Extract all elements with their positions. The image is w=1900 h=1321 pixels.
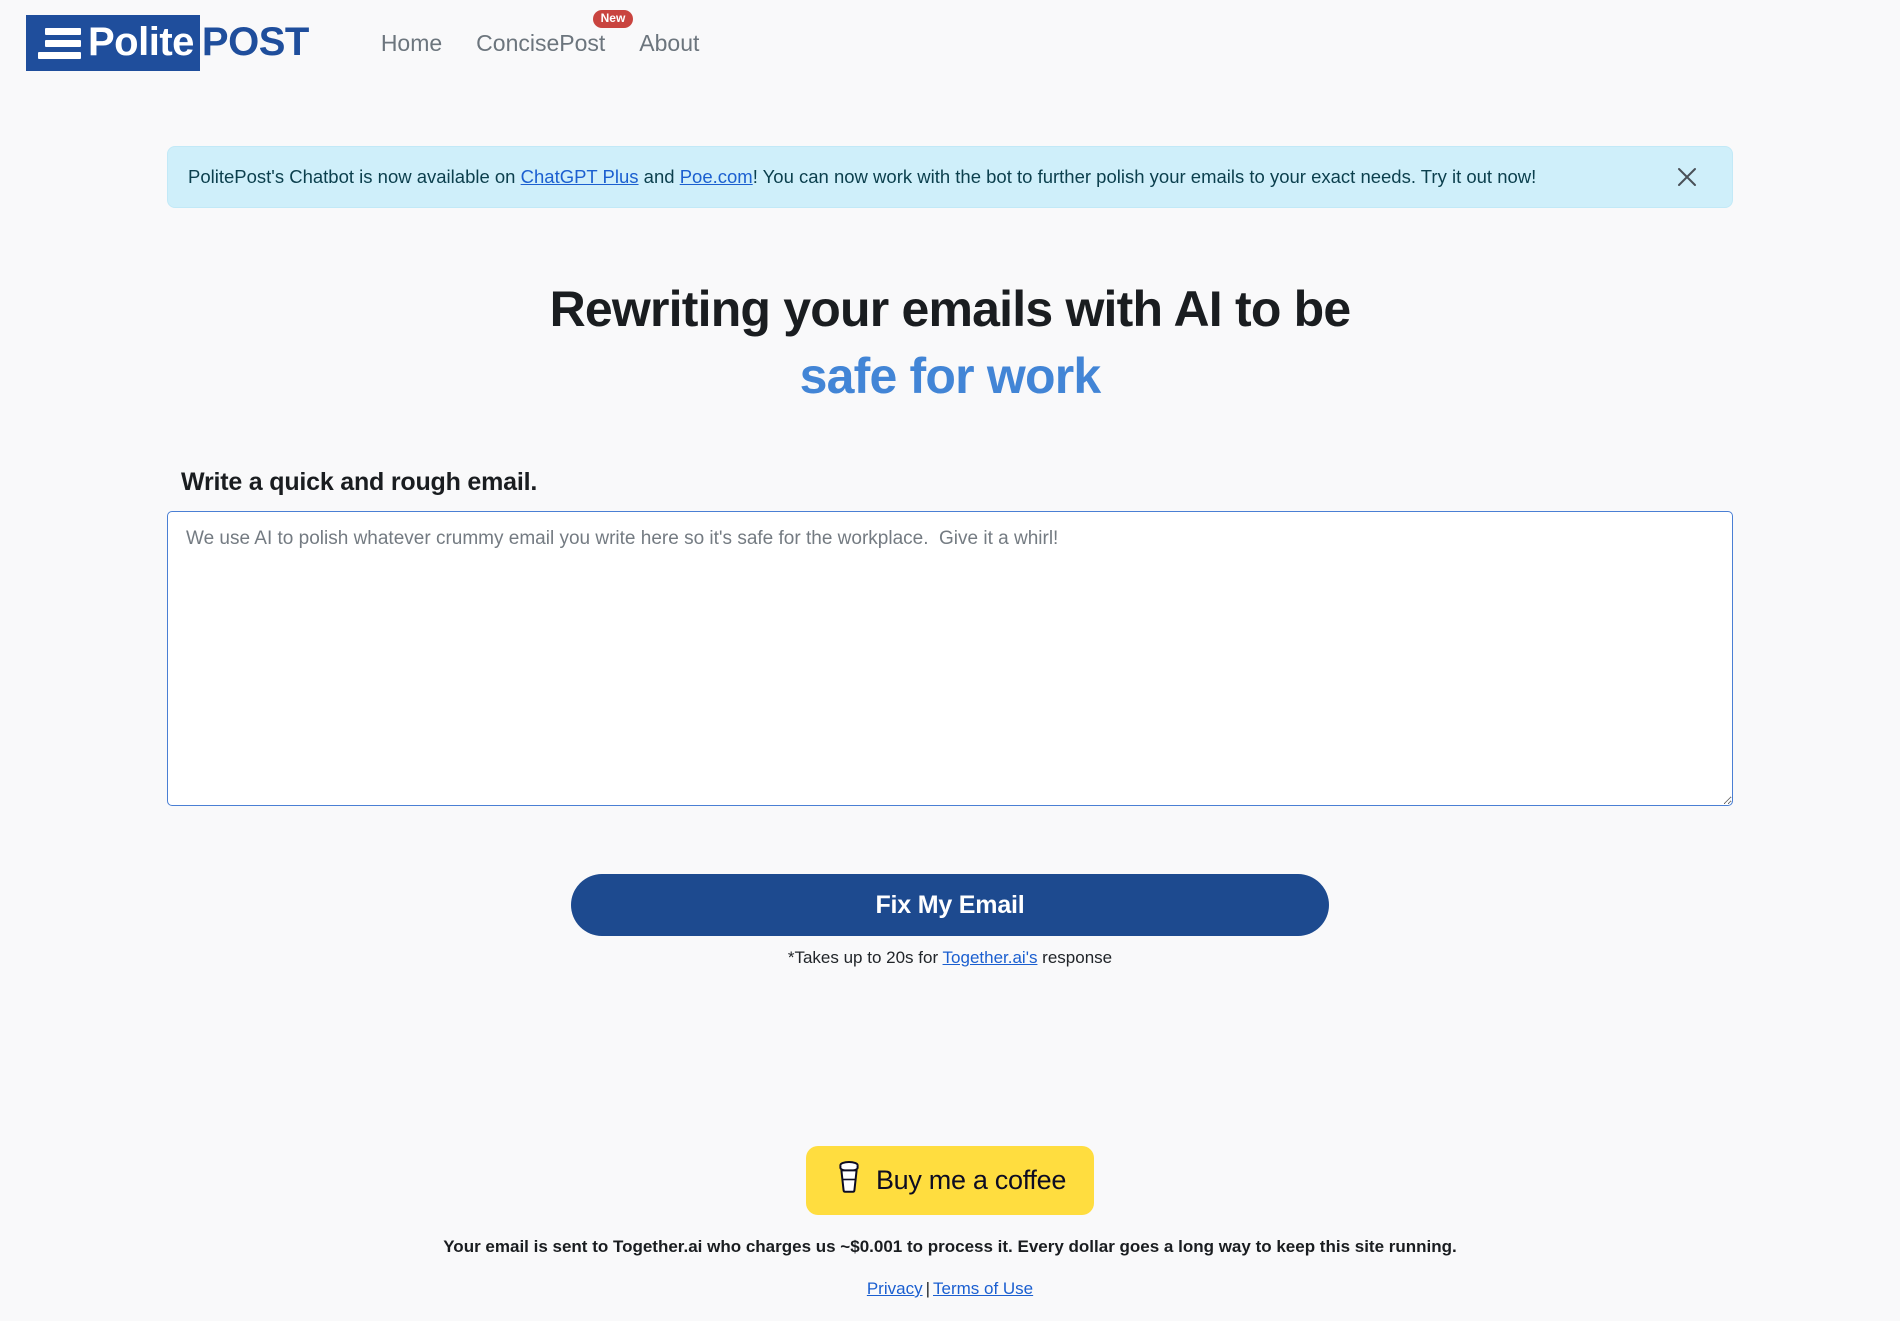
page-title: Rewriting your emails with AI to be safe… [0,280,1900,406]
privacy-link[interactable]: Privacy [867,1279,923,1298]
submit-note-prefix: *Takes up to 20s for [787,948,943,967]
page-title-line-2: safe for work [799,348,1102,404]
buy-me-a-coffee-label: Buy me a coffee [875,1165,1067,1195]
nav-item-concisepost[interactable]: ConcisePost New [474,9,634,61]
buy-me-a-coffee-button[interactable]: Buy me a coffee [805,1146,1095,1215]
alert-message: PolitePost's Chatbot is now available on… [188,166,1536,188]
alert-text-part3: ! You can now work with the bot to furth… [752,166,1537,187]
alert-link-chatgpt-plus[interactable]: ChatGPT Plus [521,166,639,187]
email-input[interactable] [167,511,1733,806]
nav-links: Home ConcisePost New About [379,9,702,61]
logo-box: Polite [26,15,200,71]
alert-text-part2: and [638,166,680,187]
alert-link-poe[interactable]: Poe.com [680,166,753,187]
logo-text-polite: Polite [88,19,194,64]
page-title-line-1: Rewriting your emails with AI to be [549,281,1352,337]
close-icon[interactable] [1670,160,1704,194]
footer-link-separator: | [925,1279,930,1298]
alert-text-part1: PolitePost's Chatbot is now available on [188,166,521,187]
submit-row: Fix My Email *Takes up to 20s for Togeth… [167,874,1733,968]
footer-links: Privacy | Terms of Use [0,1279,1900,1299]
footer-note: Your email is sent to Together.ai who ch… [443,1237,1457,1256]
info-alert: PolitePost's Chatbot is now available on… [167,146,1733,208]
coffee-cup-icon [834,1160,864,1201]
email-input-label: Write a quick and rough email. [181,468,538,496]
nav-item-about-label: About [639,29,700,56]
nav-item-about[interactable]: About [637,26,701,61]
brand-logo[interactable]: Polite POST [26,15,309,71]
nav-item-home[interactable]: Home [379,26,444,61]
page-footer: Buy me a coffee Your email is sent to To… [0,1146,1900,1299]
together-ai-link[interactable]: Together.ai's [943,948,1038,967]
nav-item-home-label: Home [380,29,443,56]
fix-my-email-button[interactable]: Fix My Email [571,874,1329,936]
terms-of-use-link[interactable]: Terms of Use [933,1279,1033,1298]
alert-container: PolitePost's Chatbot is now available on… [0,146,1900,208]
close-icon-svg [1678,168,1696,186]
coffee-cup-icon-svg [839,1160,859,1193]
submit-note: *Takes up to 20s for Together.ai's respo… [788,948,1112,968]
top-navbar: Polite POST Home ConcisePost New About [0,0,1900,86]
logo-text-post: POST [201,19,309,64]
submit-note-suffix: response [1037,948,1113,967]
hamburger-lines-icon [38,27,81,59]
nav-new-badge: New [592,9,634,28]
nav-item-concisepost-label: ConcisePost [476,29,606,56]
email-form: Write a quick and rough email. Fix My Em… [0,468,1900,968]
